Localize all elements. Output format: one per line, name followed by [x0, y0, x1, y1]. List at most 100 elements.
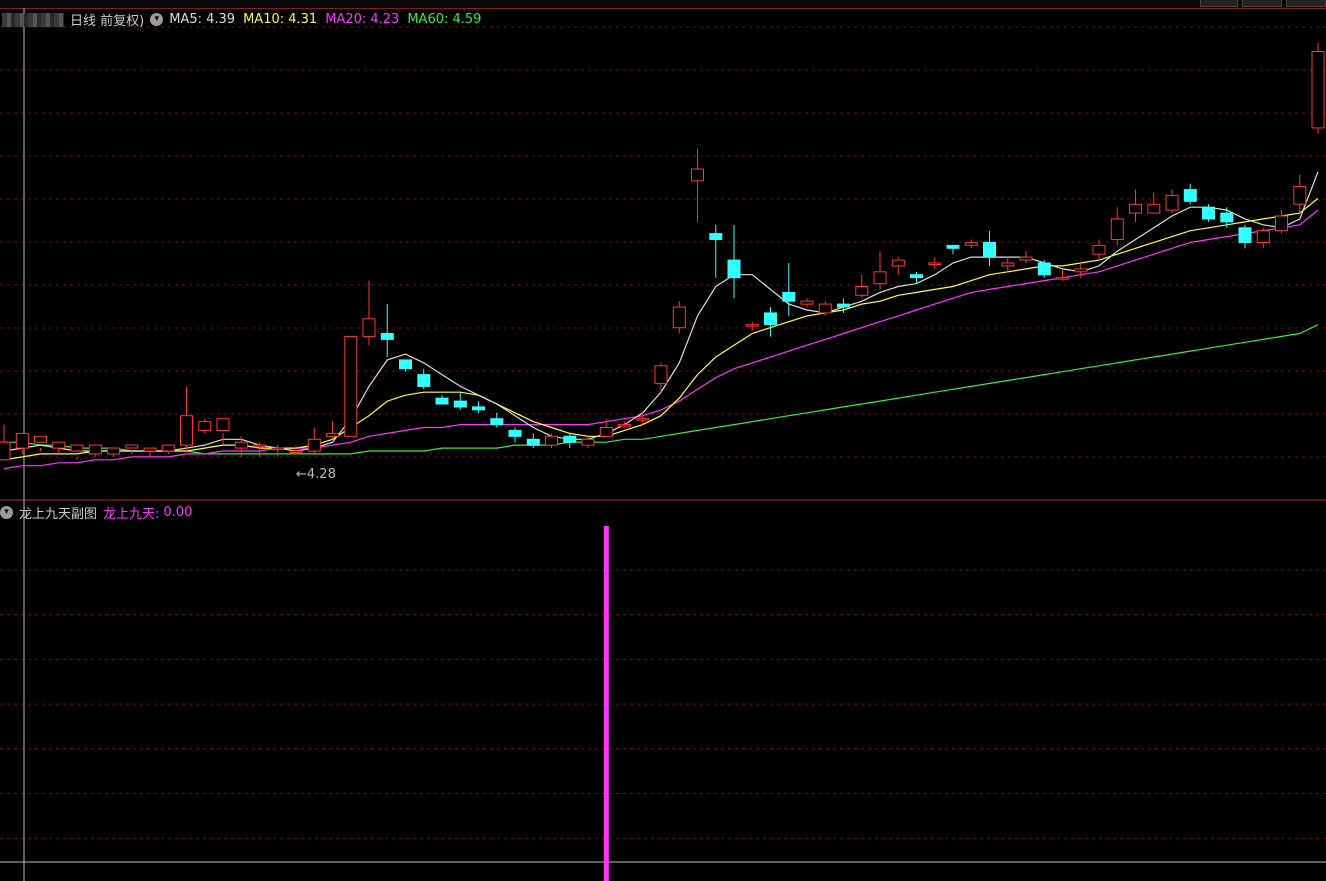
ma-legend-item: MA10: 4.31 — [243, 12, 317, 27]
candle-body — [362, 318, 376, 337]
candle-body — [15, 432, 29, 449]
candle-body — [855, 286, 869, 296]
candle-body — [0, 441, 11, 461]
stock-name-blurred — [2, 12, 64, 27]
candle-body — [88, 444, 102, 455]
candle-body — [271, 447, 285, 451]
sub-indicator-label: 龙上九天: — [103, 507, 160, 522]
signal-bar — [603, 526, 609, 881]
ma-legend-label: MA10: — [243, 12, 289, 27]
candle-body — [800, 300, 814, 305]
candle-body — [143, 447, 157, 452]
candle-body — [490, 418, 504, 426]
ma-legend-value: 4.39 — [206, 12, 236, 27]
chevron-down-icon[interactable]: ▾ — [0, 506, 13, 519]
ma-legend-label: MA60: — [407, 12, 453, 27]
candle-body — [344, 335, 358, 437]
candle-body — [508, 429, 522, 437]
candle-body — [70, 444, 84, 452]
ma-legend-label: MA20: — [325, 12, 371, 27]
candle-body — [1238, 227, 1252, 244]
candle-body — [52, 441, 66, 449]
candle-body — [1165, 194, 1179, 211]
chevron-down-icon[interactable]: ▾ — [150, 13, 164, 26]
candle-body — [1311, 51, 1325, 129]
candle-body — [1220, 212, 1234, 223]
candle-body — [1110, 218, 1124, 240]
candle-body — [435, 397, 449, 405]
candle-body — [1001, 262, 1015, 267]
candle-body — [380, 333, 394, 340]
ma-legend-label: MA5: — [169, 12, 207, 27]
candle-body — [983, 241, 996, 258]
candle-body — [526, 438, 540, 446]
period-label: 日线 前复权) — [70, 14, 145, 29]
candle-body — [928, 262, 942, 265]
candle-body — [818, 303, 832, 314]
signal-bars — [603, 526, 609, 881]
ma-legend-value: 4.59 — [452, 12, 482, 27]
candle-body — [161, 444, 175, 452]
ma-legend-item: MA60: 4.59 — [407, 12, 481, 27]
sub-panel-title: 龙上九天副图 — [19, 507, 98, 522]
candle-body — [946, 244, 960, 249]
candle-body — [636, 418, 650, 421]
ma-legend-item: MA5: 4.39 — [169, 12, 235, 27]
candle-body — [1147, 203, 1161, 214]
candle-body — [1183, 189, 1197, 202]
candle-body — [563, 435, 577, 443]
ma-legend-item: MA20: 4.23 — [325, 12, 399, 27]
candle-body — [1256, 230, 1270, 243]
candle-body — [234, 441, 248, 449]
candle-body — [1092, 244, 1106, 255]
candle-body — [34, 435, 47, 443]
ma5-line — [3, 171, 1319, 452]
candle-body — [654, 365, 668, 384]
candle-body — [1056, 277, 1069, 280]
candle-body — [1275, 215, 1288, 232]
candle-body — [745, 324, 759, 327]
candle-body — [1019, 256, 1033, 261]
candle-body — [709, 233, 723, 241]
candle-body — [545, 435, 558, 446]
candle-body — [891, 259, 905, 267]
candle-body — [764, 312, 777, 326]
candle-body — [107, 447, 120, 455]
candle-body — [453, 400, 467, 408]
candle-body — [125, 444, 139, 449]
main-legend: 日线 前复权) ▾ MA5: 4.39 MA10: 4.31 MA20: 4.23 M… — [2, 10, 489, 29]
candle-body — [837, 303, 850, 308]
ma-legend-value: 4.23 — [370, 12, 400, 27]
candle-body — [307, 438, 321, 452]
candle-body — [1037, 262, 1051, 276]
candle-body — [472, 406, 485, 411]
candle-body — [691, 168, 704, 182]
candle-body — [964, 241, 978, 246]
candle-body — [1074, 268, 1088, 273]
candle-body — [417, 374, 431, 387]
candle-body — [599, 427, 613, 437]
candle-body — [198, 421, 212, 431]
candle-body — [873, 271, 887, 285]
candle-body — [910, 274, 923, 279]
ma-legend-value: 4.31 — [288, 12, 318, 27]
candle-body — [1202, 206, 1215, 220]
sub-indicator-value: 0.00 — [163, 505, 193, 520]
candle-body — [399, 359, 412, 370]
candle-body — [216, 418, 230, 432]
candle-body — [289, 450, 303, 453]
candle-body — [727, 259, 741, 279]
candle-body — [180, 415, 193, 446]
candle-body — [326, 432, 339, 437]
sub-legend: ▾ 龙上九天副图 龙上九天: 0.00 — [0, 503, 198, 522]
candle-body — [581, 438, 595, 446]
stock-chart[interactable]: ←4.28 — [0, 0, 1326, 881]
candle-body — [1129, 203, 1142, 214]
candle-body — [253, 444, 266, 448]
grid-lines — [0, 26, 1326, 839]
candle-body — [672, 306, 686, 329]
low-price-marker: ←4.28 — [296, 467, 336, 482]
candle-body — [782, 291, 796, 302]
candle-body — [618, 424, 631, 427]
candle-body — [1293, 186, 1307, 205]
